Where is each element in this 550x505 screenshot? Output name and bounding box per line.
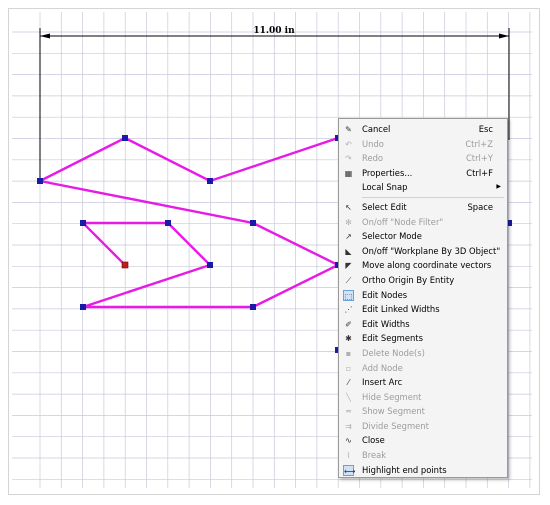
dimension-label: 11.00 in bbox=[253, 26, 295, 36]
menu-item-label: Move along coordinate vectors bbox=[362, 260, 492, 271]
menu-item-insert-arc[interactable]: ⁄ Insert Arc bbox=[339, 375, 507, 390]
redo-icon: ↷ bbox=[345, 154, 352, 164]
menu-item-move-along-coordinate-vectors[interactable]: ◤ Move along coordinate vectors bbox=[339, 258, 507, 273]
close-contour-icon: ∿ bbox=[345, 436, 352, 446]
menu-item-shortcut: Ctrl+Y bbox=[465, 153, 493, 164]
menu-item-label: Redo bbox=[362, 153, 384, 164]
divide-segment-icon: ⇉ bbox=[345, 421, 352, 431]
highlight-endpoints-icon: ⟷ bbox=[343, 464, 356, 476]
menu-item-label: Properties... bbox=[362, 167, 413, 178]
menu-item-shortcut: Esc bbox=[478, 124, 493, 134]
menu-item-shortcut: Ctrl+F bbox=[466, 167, 493, 178]
node[interactable] bbox=[37, 178, 43, 184]
menu-item-local-snap[interactable]: Local Snap ▶ bbox=[339, 180, 507, 195]
menu-item-label: Show Segment bbox=[362, 406, 425, 417]
ortho-origin-icon: ⟋ bbox=[345, 275, 352, 285]
menu-item-shortcut: Space bbox=[467, 201, 493, 212]
menu-item-on-off-node-filter: ✻ On/off "Node Filter" bbox=[339, 215, 507, 230]
properties-icon: ▦ bbox=[344, 168, 353, 178]
menu-item-highlight-end-points[interactable]: ⟷ Highlight end points bbox=[339, 463, 507, 478]
menu-item-close[interactable]: ∿ Close bbox=[339, 433, 507, 448]
edit-segments-icon: ✱ bbox=[345, 334, 352, 344]
node[interactable] bbox=[165, 220, 171, 226]
menu-item-show-segment: ═ Show Segment bbox=[339, 404, 507, 419]
node[interactable] bbox=[250, 304, 256, 310]
move-vectors-icon: ◤ bbox=[345, 261, 352, 271]
selector-mode-icon: ↗ bbox=[345, 232, 352, 242]
menu-item-redo: ↷ Redo Ctrl+Y bbox=[339, 151, 507, 166]
menu-item-label: Highlight end points bbox=[362, 464, 447, 475]
menu-item-label: Edit Nodes bbox=[362, 289, 408, 300]
cancel-icon: ✎ bbox=[345, 125, 352, 134]
hide-segment-icon: ╲ bbox=[346, 392, 351, 402]
menu-item-divide-segment: ⇉ Divide Segment bbox=[339, 419, 507, 434]
menu-item-edit-segments[interactable]: ✱ Edit Segments bbox=[339, 331, 507, 346]
break-icon: ⌇ bbox=[346, 451, 351, 461]
submenu-arrow-icon: ▶ bbox=[496, 183, 501, 191]
menu-item-select-edit[interactable]: ↖ Select Edit Space bbox=[339, 200, 507, 215]
menu-item-label: Ortho Origin By Entity bbox=[362, 274, 455, 285]
menu-separator bbox=[362, 196, 504, 198]
menu-item-label: Break bbox=[362, 450, 387, 461]
select-arrow-icon: ↖ bbox=[345, 202, 352, 212]
node[interactable] bbox=[122, 135, 128, 141]
add-node-icon: ▫ bbox=[345, 363, 352, 373]
menu-item-properties[interactable]: ▦ Properties... Ctrl+F bbox=[339, 166, 507, 181]
undo-icon: ↶ bbox=[345, 139, 352, 149]
edit-widths-icon: ✐ bbox=[345, 319, 352, 329]
menu-item-add-node: ▫ Add Node bbox=[339, 361, 507, 376]
node-selected[interactable] bbox=[121, 261, 129, 269]
menu-item-shortcut: Ctrl+Z bbox=[465, 138, 493, 149]
menu-item-selector-mode[interactable]: ↗ Selector Mode bbox=[339, 229, 507, 244]
dimension-arrow-left bbox=[40, 33, 50, 39]
menu-item-cancel[interactable]: ✎ Cancel Esc bbox=[339, 122, 507, 137]
menu-item-label: Edit Linked Widths bbox=[362, 304, 440, 315]
menu-item-undo: ↶ Undo Ctrl+Z bbox=[339, 137, 507, 152]
node-filter-icon: ✻ bbox=[345, 217, 352, 227]
menu-item-label: Cancel bbox=[362, 124, 391, 134]
context-menu: ✎ Cancel Esc ↶ Undo Ctrl+Z ↷ Redo Ctrl+Y ▦ Propert… bbox=[338, 118, 508, 478]
menu-item-label: On/off "Node Filter" bbox=[362, 216, 444, 227]
menu-item-label: Delete Node(s) bbox=[362, 347, 425, 358]
menu-item-edit-linked-widths[interactable]: ⋰ Edit Linked Widths bbox=[339, 302, 507, 317]
menu-item-label: Selector Mode bbox=[362, 231, 422, 242]
node[interactable] bbox=[250, 220, 256, 226]
menu-item-hide-segment: ╲ Hide Segment bbox=[339, 390, 507, 405]
menu-item-label: Close bbox=[362, 435, 385, 446]
insert-arc-icon: ⁄ bbox=[347, 378, 350, 388]
menu-item-on-off-workplane-by-3d-object[interactable]: ◣ On/off "Workplane By 3D Object" bbox=[339, 244, 507, 259]
menu-item-edit-widths[interactable]: ✐ Edit Widths bbox=[339, 317, 507, 332]
menu-item-label: Divide Segment bbox=[362, 420, 429, 431]
menu-item-ortho-origin-by-entity[interactable]: ⟋ Ortho Origin By Entity bbox=[339, 273, 507, 288]
node[interactable] bbox=[207, 262, 213, 268]
menu-item-label: Hide Segment bbox=[362, 391, 422, 402]
edit-nodes-icon: ⬚ bbox=[343, 289, 354, 301]
menu-item-label: Add Node bbox=[362, 362, 403, 373]
edit-linked-widths-icon: ⋰ bbox=[344, 305, 353, 315]
menu-item-label: Insert Arc bbox=[362, 377, 403, 388]
menu-item-label: Edit Widths bbox=[362, 318, 410, 329]
menu-item-label: Local Snap bbox=[362, 182, 408, 193]
dimension-arrow-right bbox=[499, 33, 509, 39]
menu-item-break: ⌇ Break bbox=[339, 448, 507, 463]
delete-node-icon: ▪ bbox=[345, 348, 352, 358]
show-segment-icon: ═ bbox=[346, 407, 351, 417]
menu-item-label: Edit Segments bbox=[362, 333, 423, 344]
node[interactable] bbox=[80, 220, 86, 226]
workplane-icon: ◣ bbox=[345, 246, 352, 256]
menu-item-delete-node-s: ▪ Delete Node(s) bbox=[339, 346, 507, 361]
node[interactable] bbox=[207, 178, 213, 184]
menu-item-label: Select Edit bbox=[362, 201, 407, 212]
node[interactable] bbox=[80, 304, 86, 310]
menu-item-edit-nodes[interactable]: ⬚ Edit Nodes bbox=[339, 288, 507, 303]
menu-item-label: On/off "Workplane By 3D Object" bbox=[362, 245, 501, 256]
menu-item-label: Undo bbox=[362, 138, 384, 149]
